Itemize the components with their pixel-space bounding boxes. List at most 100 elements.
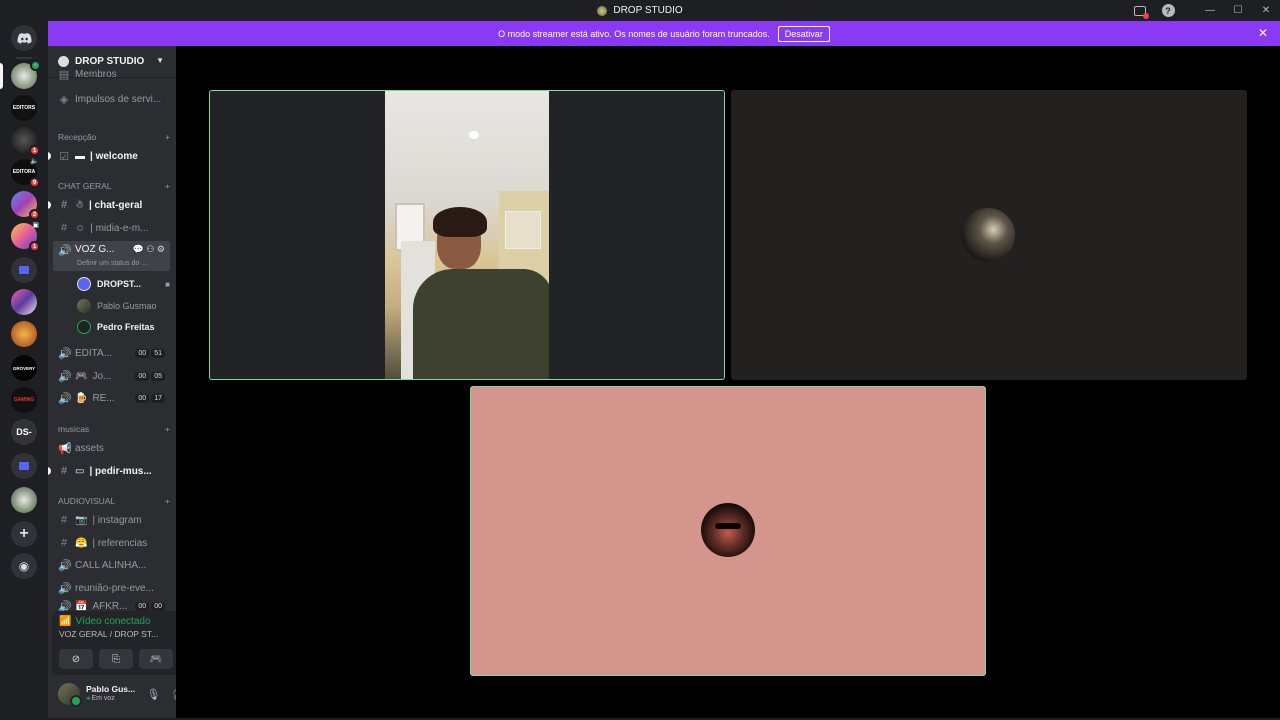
video-tile-participant-speaking[interactable] xyxy=(470,386,986,676)
guild-icon[interactable]: 2 xyxy=(11,191,40,220)
connection-status: 📶 Vídeo conectado xyxy=(59,616,151,627)
discord-logo-icon xyxy=(11,25,37,51)
speaker-icon: 🔊 xyxy=(58,370,72,383)
guild-icon[interactable] xyxy=(11,487,37,513)
channel-sidebar: DROP STUDIO ▼ ▤ Membros ◈ Impulsos de serv… xyxy=(48,46,176,720)
activity-button[interactable]: 🎮 xyxy=(139,649,173,669)
voice-channel-call[interactable]: 🔊 CALL ALINHA... xyxy=(53,555,170,575)
title-bar: DROP STUDIO ? — ☐ ✕ xyxy=(0,0,1280,21)
guild-icon[interactable] xyxy=(11,289,37,315)
discover-button[interactable]: ◉ xyxy=(11,553,37,579)
username[interactable]: Pablo Gus... xyxy=(86,685,135,695)
home-button[interactable] xyxy=(11,25,37,51)
user-panel: Pablo Gus... ◂ Em voz 🎙 🎧 ⚙ xyxy=(52,678,176,710)
add-server-button[interactable]: + xyxy=(11,521,37,547)
chevron-down-icon: ▼ xyxy=(156,56,164,65)
plus-icon: + xyxy=(165,132,170,142)
announcement-icon: 📢 xyxy=(58,442,72,455)
close-icon: ✕ xyxy=(1261,5,1271,16)
camera-off-icon: ⊘ xyxy=(71,653,81,665)
disable-streamer-button[interactable]: Desativar xyxy=(777,25,830,42)
voice-channel-actions[interactable]: 💬 ⚇ ⚙ xyxy=(133,244,165,255)
guild-gaming[interactable]: GAMING xyxy=(11,387,37,413)
emoji-icon: ☺ xyxy=(75,222,86,234)
category-audiovisual[interactable]: AUDIOVISUAL + xyxy=(58,496,170,506)
user-limit-badge: 00 05 xyxy=(135,371,165,381)
emoji-icon: 📷 xyxy=(75,514,88,526)
gamepad-icon: 🎮 xyxy=(75,370,88,382)
channel-assets[interactable]: 📢 assets xyxy=(53,438,170,458)
voice-user[interactable]: Pedro Freitas xyxy=(77,318,170,336)
minimize-button[interactable]: — xyxy=(1196,0,1224,21)
category-musicas[interactable]: musicas + xyxy=(58,424,170,434)
help-button[interactable]: ? xyxy=(1154,0,1182,21)
plus-icon: + xyxy=(165,181,170,191)
boost-icon: ◈ xyxy=(59,93,69,106)
speaker-icon: 🔊 xyxy=(58,582,72,595)
server-icon xyxy=(597,5,608,16)
voice-channel-editar[interactable]: 🔊 EDITA... 00 51 xyxy=(53,343,170,363)
speaker-icon: 🔈 xyxy=(30,158,39,165)
guild-icon[interactable] xyxy=(11,321,37,347)
camera-off-button[interactable]: ⊘ xyxy=(59,649,93,669)
help-icon: ? xyxy=(1161,4,1175,17)
participant-avatar xyxy=(701,503,755,557)
channel-members[interactable]: ▤ Membros xyxy=(53,68,170,81)
close-icon[interactable]: ✕ xyxy=(1258,26,1268,40)
voice-channel-re[interactable]: 🔊 🍺 RE... 00 17 xyxy=(53,388,170,408)
inbox-button[interactable] xyxy=(1126,0,1154,21)
category-recepcao[interactable]: Recepção + xyxy=(58,132,170,142)
voice-user[interactable]: Pablo Gusmao xyxy=(77,297,170,315)
plus-icon: + xyxy=(165,496,170,506)
channel-boosts[interactable]: ◈ Impulsos de servi... xyxy=(53,89,170,109)
voice-channel-reuniao[interactable]: 🔊 reunião-pre-eve... xyxy=(53,578,170,598)
close-window-button[interactable]: ✕ xyxy=(1252,0,1280,21)
video-tile-participant[interactable] xyxy=(731,90,1247,380)
voice-status-text[interactable]: Definir um status do ... xyxy=(77,260,167,267)
camera-feed xyxy=(385,91,549,379)
emoji-icon: 😤 xyxy=(75,537,88,549)
flag-icon: ▬ xyxy=(75,150,85,162)
maximize-icon: ☐ xyxy=(1233,5,1243,16)
voice-channel-jogos[interactable]: 🔊 🎮 Jo... 00 05 xyxy=(53,366,170,386)
guild-editors[interactable]: EDITORS xyxy=(11,95,37,121)
video-tile-camera[interactable] xyxy=(209,90,725,380)
voice-connection-panel: 📶 Vídeo conectado VOZ GERAL / DROP ST... … xyxy=(52,611,176,675)
plus-icon: + xyxy=(19,525,29,542)
guild-icon[interactable]: · xyxy=(11,60,41,89)
speaker-icon: 🔊 xyxy=(58,559,72,572)
channel-chat-geral[interactable]: # ☃ | chat-geral xyxy=(53,195,170,215)
inbox-icon xyxy=(1134,5,1149,19)
gamepad-icon: 🎮 xyxy=(149,653,163,665)
folder-icon[interactable] xyxy=(11,453,37,479)
avatar[interactable] xyxy=(58,683,82,707)
microphone-icon[interactable]: 🎙 xyxy=(146,688,160,701)
server-list: · EDITORS 1 EDITORA 🔈 9 2 ▣ 1 GROVERY GAMIN… xyxy=(0,21,48,720)
guild-editora[interactable]: EDITORA 🔈 9 xyxy=(11,158,40,188)
folder-icon[interactable] xyxy=(11,257,37,283)
emoji-icon: ☃ xyxy=(75,199,84,211)
guild-icon[interactable]: ▣ 1 xyxy=(11,222,40,252)
channel-midia[interactable]: # ☺ | midia-e-m... xyxy=(53,218,170,238)
streamer-mode-banner: O modo streamer está ativo. Os nomes de … xyxy=(48,21,1280,46)
channel-referencias[interactable]: # 😤 | referencias xyxy=(53,533,170,553)
camera-icon: ■ xyxy=(165,279,170,289)
screen-share-button[interactable]: ⎘ xyxy=(99,649,133,669)
video-call-stage xyxy=(176,46,1280,720)
channel-welcome[interactable]: ☑ ▬ | welcome xyxy=(53,146,170,166)
maximize-button[interactable]: ☐ xyxy=(1224,0,1252,21)
screen-icon: ▣ xyxy=(32,222,39,229)
connection-location[interactable]: VOZ GERAL / DROP ST... xyxy=(59,629,176,639)
rules-icon: ☑ xyxy=(59,150,69,163)
hash-icon: # xyxy=(60,465,68,477)
compass-icon: ◉ xyxy=(18,559,30,573)
user-limit-badge: 00 17 xyxy=(135,393,165,403)
guild-ds[interactable]: DS- xyxy=(11,419,37,445)
voice-user[interactable]: DROPST... ■ xyxy=(77,275,170,293)
channel-instagram[interactable]: # 📷 | instagram xyxy=(53,510,170,530)
category-chat-geral[interactable]: CHAT GERAL + xyxy=(58,181,170,191)
guild-grovery[interactable]: GROVERY xyxy=(11,355,37,381)
speaker-icon: 🔊 xyxy=(58,347,72,360)
channel-pedir-musica[interactable]: # ▭ | pedir-mus... xyxy=(53,461,170,481)
guild-icon[interactable]: 1 xyxy=(11,127,40,156)
